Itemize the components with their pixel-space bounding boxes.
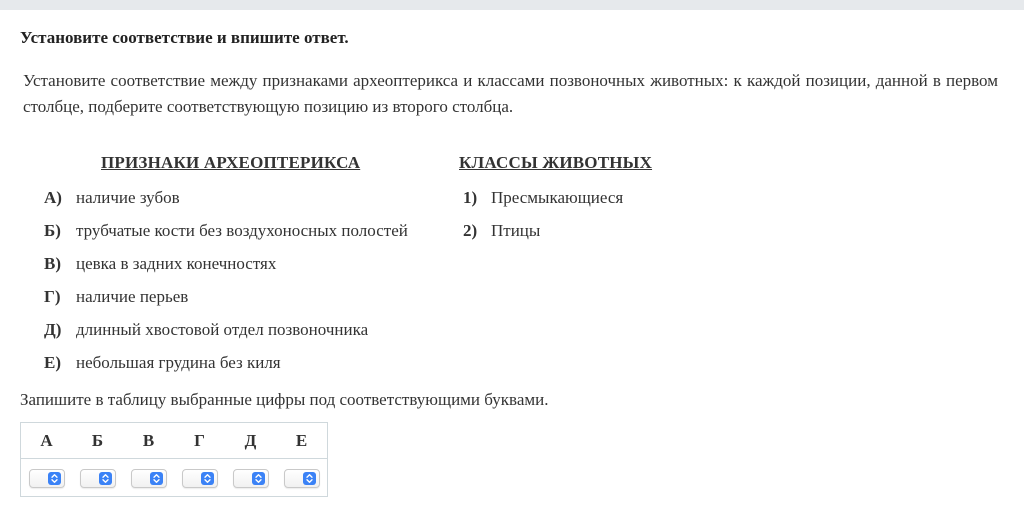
class-number: 2) — [463, 221, 478, 240]
answer-select-a[interactable] — [29, 469, 65, 488]
trait-letter: Е) — [44, 353, 61, 372]
select-arrows-icon — [99, 472, 112, 485]
answer-cell-e — [276, 460, 327, 497]
answer-cell-a — [21, 460, 72, 497]
trait-letter: Д) — [44, 320, 62, 339]
select-arrows-icon — [252, 472, 265, 485]
trait-text: наличие зубов — [76, 188, 180, 207]
answer-cell-g — [174, 460, 225, 497]
answer-header-g: Г — [194, 431, 205, 450]
answer-table-header-row: А Б В Г Д Е — [21, 423, 327, 459]
trait-item-e: Е) небольшая грудина без киля — [44, 353, 281, 373]
left-column-header: ПРИЗНАКИ АРХЕОПТЕРИКСА — [101, 153, 361, 172]
trait-text: длинный хвостовой отдел позвоночника — [76, 320, 369, 339]
trait-text: небольшая грудина без киля — [76, 353, 281, 372]
answer-select-d[interactable] — [233, 469, 269, 488]
trait-letter: Г) — [44, 287, 61, 306]
trait-letter: А) — [44, 188, 62, 207]
answer-select-v[interactable] — [131, 469, 167, 488]
answer-header-d: Д — [244, 431, 257, 450]
trait-item-v: В) цевка в задних конечностях — [44, 254, 276, 274]
class-number: 1) — [463, 188, 478, 207]
answer-select-e[interactable] — [284, 469, 320, 488]
task-instruction: Установите соответствие и впишите ответ. — [20, 28, 349, 47]
answer-header-a: А — [40, 431, 53, 450]
trait-item-d: Д) длинный хвостовой отдел позвоночника — [44, 320, 368, 340]
select-arrows-icon — [201, 472, 214, 485]
question-text: Установите соответствие между признаками… — [23, 71, 998, 116]
trait-text: наличие перьев — [76, 287, 189, 306]
answer-header-v: В — [142, 431, 155, 450]
task-container: Установите соответствие и впишите ответ.… — [0, 10, 1024, 524]
trait-item-g: Г) наличие перьев — [44, 287, 188, 307]
right-column-header: КЛАССЫ ЖИВОТНЫХ — [459, 153, 653, 172]
answer-header-e: Е — [295, 431, 308, 450]
answer-table: А Б В Г Д Е — [20, 422, 328, 497]
write-hint: Запишите в таблицу выбранные цифры под с… — [20, 390, 549, 409]
answer-select-g[interactable] — [182, 469, 218, 488]
answer-header-b: Б — [91, 431, 104, 450]
trait-item-b: Б) трубчатые кости без воздухоносных поло… — [44, 221, 408, 241]
top-bar — [0, 0, 1024, 10]
trait-text: цевка в задних конечностях — [76, 254, 277, 273]
answer-cell-v — [123, 460, 174, 497]
select-arrows-icon — [48, 472, 61, 485]
trait-letter: В) — [44, 254, 61, 273]
class-item-1: 1) Пресмыкающиеся — [463, 188, 623, 208]
trait-letter: Б) — [44, 221, 61, 240]
class-item-2: 2) Птицы — [463, 221, 540, 241]
answer-select-b[interactable] — [80, 469, 116, 488]
select-arrows-icon — [303, 472, 316, 485]
class-text: Птицы — [491, 221, 541, 240]
answer-cell-d — [225, 460, 276, 497]
trait-text: трубчатые кости без воздухоносных полост… — [76, 221, 408, 240]
select-arrows-icon — [150, 472, 163, 485]
class-text: Пресмыкающиеся — [491, 188, 624, 207]
trait-item-a: А) наличие зубов — [44, 188, 180, 208]
answer-cell-b — [72, 460, 123, 497]
